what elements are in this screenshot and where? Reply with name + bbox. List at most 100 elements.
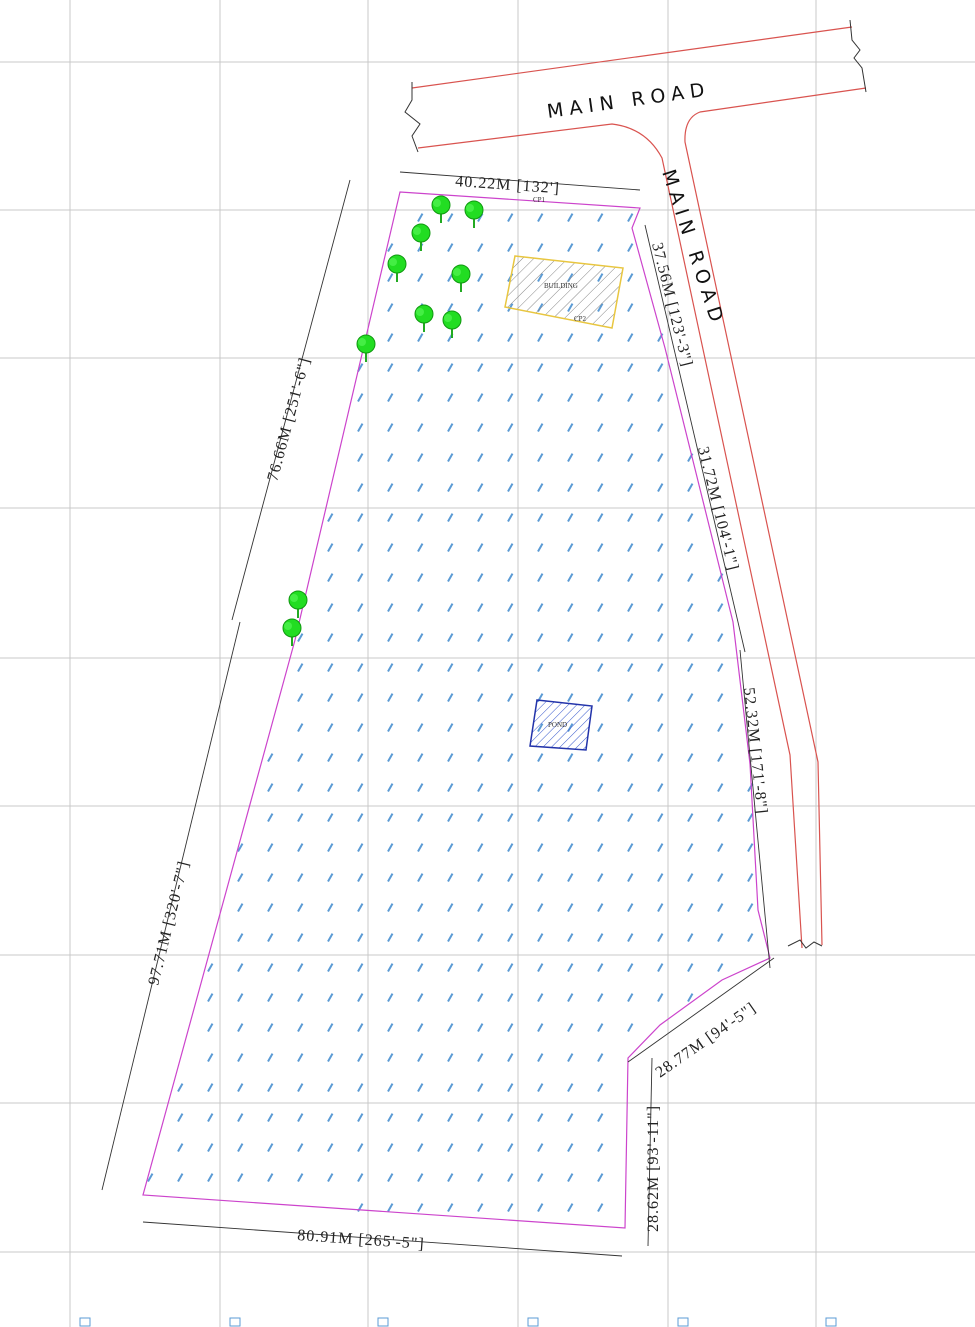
survey-point-icon: [267, 1023, 274, 1032]
survey-point-icon: [597, 513, 604, 522]
survey-point-icon: [417, 1173, 424, 1182]
survey-point-icon: [657, 453, 664, 462]
survey-point-icon: [297, 783, 304, 792]
survey-point-icon: [267, 843, 274, 852]
survey-point-icon: [627, 543, 634, 552]
survey-point-icon: [507, 993, 514, 1002]
survey-point-icon: [237, 1023, 244, 1032]
survey-point-icon: [267, 1173, 274, 1182]
survey-point-icon: [537, 393, 544, 402]
survey-point-icon: [567, 1023, 574, 1032]
survey-point-icon: [597, 1113, 604, 1122]
survey-point-icon: [267, 783, 274, 792]
survey-point-icon: [387, 1083, 394, 1092]
survey-point-icon: [417, 603, 424, 612]
survey-point-icon: [567, 603, 574, 612]
survey-point-icon: [567, 933, 574, 942]
survey-point-icon: [657, 633, 664, 642]
survey-point-icon: [267, 753, 274, 762]
survey-point-icon: [537, 843, 544, 852]
survey-point-icon: [417, 423, 424, 432]
survey-point-icon: [237, 903, 244, 912]
tree-icon: [442, 310, 462, 338]
dimension-right-2: 31.72M [104'-1"]: [694, 445, 741, 573]
survey-point-icon: [537, 483, 544, 492]
survey-point-icon: [657, 843, 664, 852]
survey-point-icon: [687, 903, 694, 912]
survey-point-icon: [357, 393, 364, 402]
survey-point-icon: [537, 243, 544, 252]
survey-point-icon: [717, 753, 724, 762]
tree-icon: [414, 304, 434, 332]
survey-point-icon: [357, 663, 364, 672]
survey-point-icon: [717, 873, 724, 882]
survey-point-icon: [507, 213, 514, 222]
survey-point-icon: [447, 603, 454, 612]
survey-point-icon: [447, 213, 454, 222]
survey-point-icon: [267, 1053, 274, 1062]
survey-point-icon: [597, 753, 604, 762]
survey-point-icon: [477, 513, 484, 522]
survey-point-icon: [537, 1083, 544, 1092]
survey-point-icon: [567, 993, 574, 1002]
cp1-label: CP1: [533, 196, 546, 204]
survey-point-icon: [567, 1173, 574, 1182]
edge-marker: [527, 1317, 539, 1327]
survey-point-icon: [537, 333, 544, 342]
survey-point-icon: [477, 333, 484, 342]
survey-point-icon: [657, 723, 664, 732]
survey-point-icon: [537, 1203, 544, 1212]
survey-point-icon: [327, 903, 334, 912]
survey-point-icon: [327, 1023, 334, 1032]
survey-point-icon: [387, 903, 394, 912]
survey-point-icon: [687, 813, 694, 822]
survey-point-icon: [537, 1143, 544, 1152]
survey-point-icon: [507, 723, 514, 732]
survey-point-icon: [387, 813, 394, 822]
survey-point-icon: [507, 843, 514, 852]
survey-point-icon: [177, 1173, 184, 1182]
survey-point-icon: [297, 1143, 304, 1152]
survey-point-icon: [387, 483, 394, 492]
survey-point-icon: [687, 723, 694, 732]
survey-point-icon: [507, 1113, 514, 1122]
survey-point-icon: [387, 513, 394, 522]
survey-point-icon: [357, 423, 364, 432]
survey-point-icon: [597, 933, 604, 942]
survey-point-icon: [267, 813, 274, 822]
survey-point-icon: [417, 543, 424, 552]
tree-icon: [288, 590, 308, 618]
bottom-edge-markers: [79, 1317, 837, 1327]
survey-point-icon: [327, 843, 334, 852]
survey-point-icon: [327, 513, 334, 522]
survey-point-icon: [717, 933, 724, 942]
survey-point-icon: [657, 873, 664, 882]
survey-point-icon: [717, 963, 724, 972]
survey-point-icon: [417, 993, 424, 1002]
survey-point-icon: [417, 1203, 424, 1212]
survey-point-icon: [237, 873, 244, 882]
survey-point-icon: [567, 243, 574, 252]
dimension-right-4: 28.77M [94'-5"]: [653, 999, 760, 1081]
survey-point-icon: [537, 453, 544, 462]
survey-point-icon: [627, 993, 634, 1002]
survey-point-icon: [357, 513, 364, 522]
survey-point-icon: [507, 963, 514, 972]
survey-point-icon: [537, 873, 544, 882]
survey-point-icon: [507, 1173, 514, 1182]
survey-point-icon: [387, 963, 394, 972]
dimension-bottom: 80.91M [265'-5"]: [297, 1227, 425, 1253]
survey-point-icon: [657, 603, 664, 612]
survey-point-icon: [567, 393, 574, 402]
survey-point-icon: [477, 273, 484, 282]
background-grid: [0, 0, 975, 1327]
pond-label: POND: [548, 721, 567, 729]
survey-point-icon: [507, 603, 514, 612]
survey-point-icon: [537, 633, 544, 642]
survey-point-icon: [417, 513, 424, 522]
survey-point-icon: [417, 813, 424, 822]
survey-point-icon: [507, 783, 514, 792]
survey-point-icon: [537, 933, 544, 942]
survey-point-icon: [627, 783, 634, 792]
site-plan-drawing: MAIN ROAD MAIN ROAD BUILDING CP2 CP1 PON…: [0, 0, 975, 1327]
